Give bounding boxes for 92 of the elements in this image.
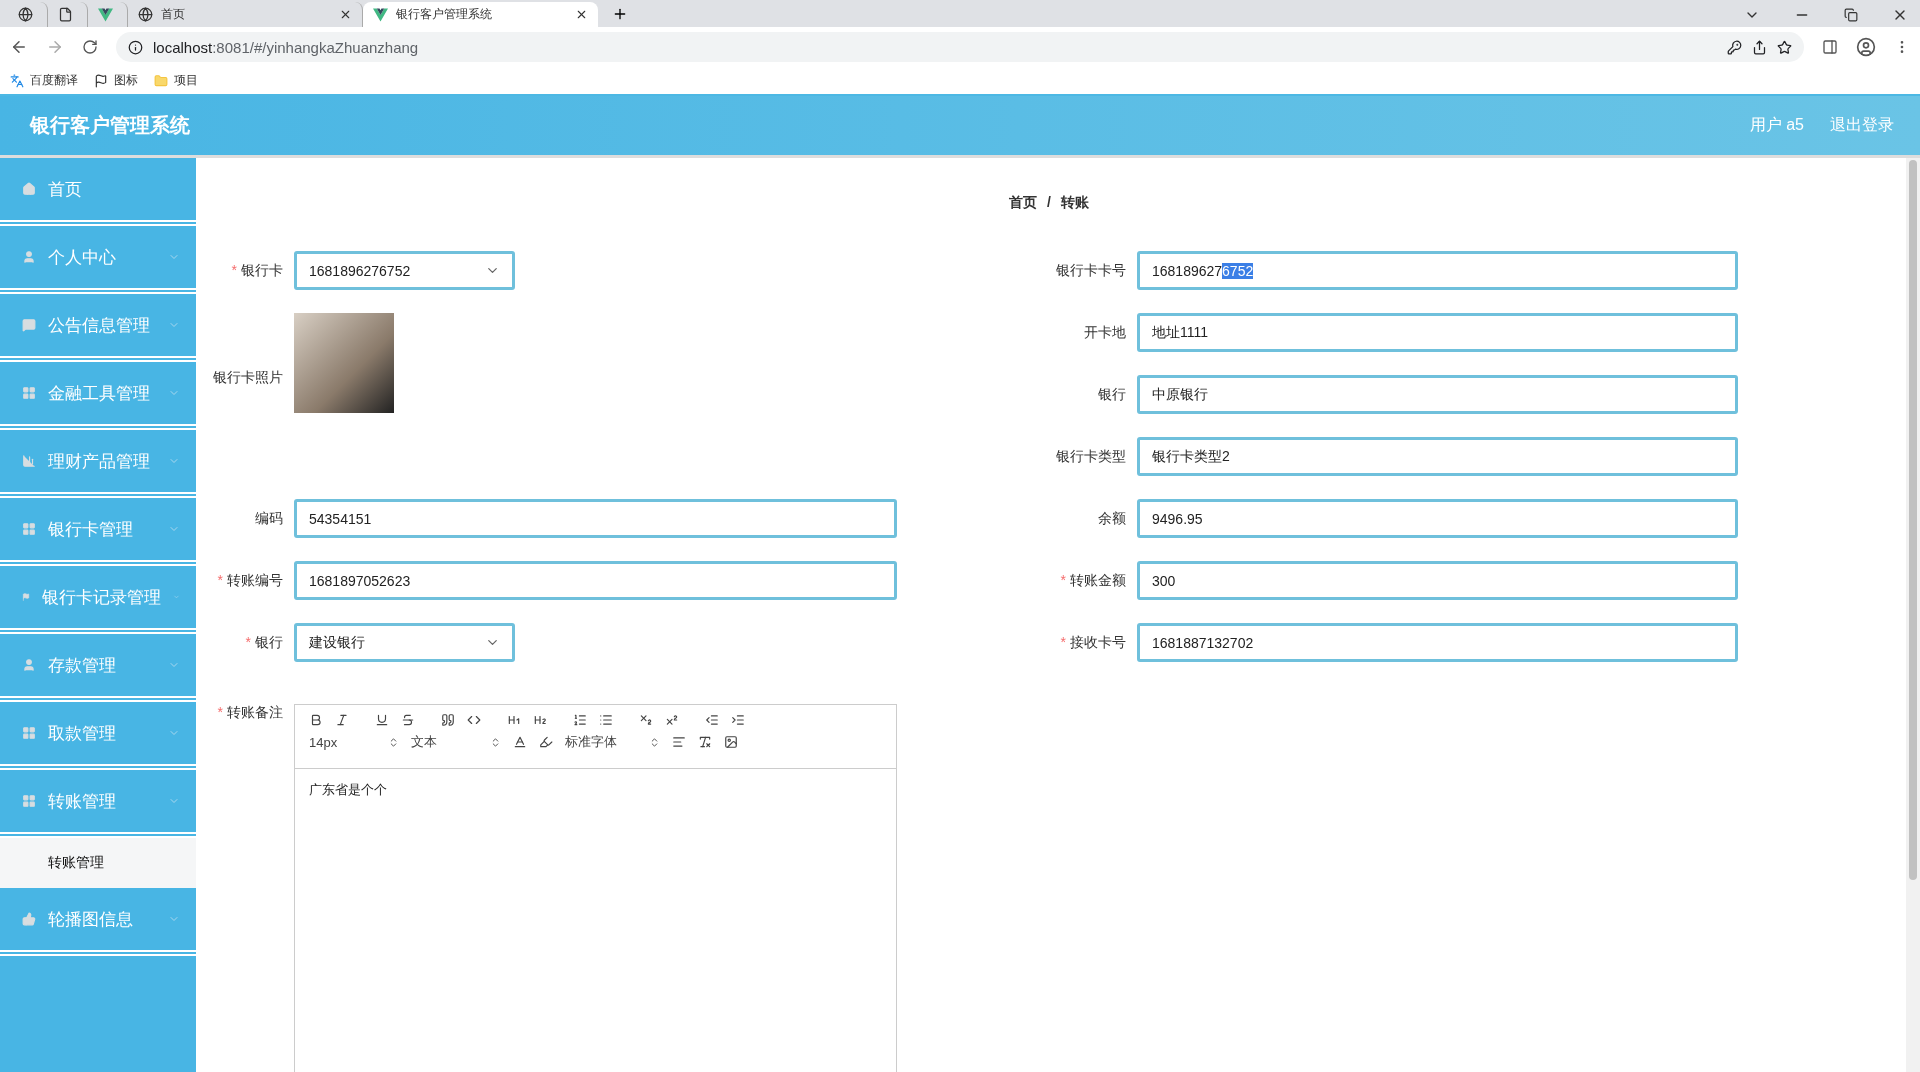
globe-icon (138, 7, 153, 22)
close-icon[interactable] (575, 8, 588, 21)
input-field[interactable]: 地址1111 (1137, 313, 1738, 352)
profile-icon[interactable] (1856, 37, 1876, 57)
editor-text: 广东省是个个 (308, 781, 388, 799)
field-label: 编码 (254, 509, 283, 528)
highlight-icon[interactable] (539, 735, 553, 749)
input-field[interactable]: 300 (1137, 561, 1738, 600)
grid-icon (22, 726, 36, 740)
input-field[interactable]: 中原银行 (1137, 375, 1738, 414)
bookmark-link[interactable]: 图标 (114, 72, 138, 89)
field-label: 银行 (1097, 385, 1126, 404)
browser-tab[interactable]: 银行客户管理系统 (363, 2, 598, 27)
field-label: * 转账金额 (1059, 571, 1126, 590)
v-logo-icon (373, 7, 388, 22)
input-field[interactable]: 银行卡类型2 (1137, 437, 1738, 476)
chat-icon (22, 318, 36, 332)
quote-icon[interactable] (441, 713, 455, 727)
code-icon[interactable] (467, 713, 481, 727)
dropdown-picker[interactable]: 标准字体 (565, 733, 660, 751)
input-field[interactable]: 1681887132702 (1137, 623, 1738, 662)
user-icon (22, 250, 36, 264)
field-label: 银行卡类型 (1055, 447, 1126, 466)
breadcrumb-link[interactable]: 首页 (1009, 194, 1038, 212)
reload-icon[interactable] (82, 39, 98, 55)
superscript-icon[interactable] (665, 713, 679, 727)
heading-two-icon[interactable] (533, 713, 547, 727)
back-icon[interactable] (10, 38, 28, 56)
input-field[interactable]: 9496.95 (1137, 499, 1738, 538)
image-icon[interactable] (724, 735, 738, 749)
scrollbar[interactable] (1906, 158, 1920, 1072)
bold-icon[interactable] (309, 713, 323, 727)
input-field[interactable]: 1681897052623 (294, 561, 897, 600)
app-title: 银行客户管理系统 (30, 113, 190, 138)
updown-icon (490, 736, 501, 748)
close-icon[interactable] (339, 8, 352, 21)
indent-icon[interactable] (731, 713, 745, 727)
field-label: * 接收卡号 (1059, 633, 1126, 652)
bookmark-link[interactable]: 项目 (174, 72, 198, 89)
flag-icon (94, 73, 108, 88)
share-icon[interactable] (1752, 39, 1767, 55)
breadcrumb-link[interactable]: 转账 (1060, 194, 1089, 212)
font-color-icon[interactable] (513, 735, 527, 749)
user-name: 用户 a5 (1749, 115, 1804, 135)
folder-icon (154, 73, 168, 88)
flag-icon (22, 590, 31, 604)
address-bar[interactable]: localhost:8081/#/yinhangkaZhuanzhang (116, 32, 1804, 62)
clear-format-icon[interactable] (698, 735, 712, 749)
strikethrough-icon[interactable] (401, 713, 415, 727)
field-label: 银行卡照片 (212, 368, 283, 387)
v-logo-icon (98, 7, 113, 22)
updown-icon (388, 736, 399, 748)
bookmark-star-icon[interactable] (1777, 39, 1792, 55)
dropdown-picker[interactable]: 14px (309, 734, 399, 750)
globe-icon (18, 7, 33, 22)
field-label: 余额 (1097, 509, 1126, 528)
updown-icon (649, 736, 660, 748)
underline-icon[interactable] (375, 713, 389, 727)
align-icon[interactable] (672, 735, 686, 749)
new-tab-icon[interactable] (612, 6, 628, 22)
grid-icon (22, 386, 36, 400)
side-panel-icon[interactable] (1822, 39, 1838, 55)
translate-icon (10, 73, 24, 88)
field-label: 银行卡卡号 (1055, 261, 1126, 280)
rich-text-editor[interactable]: 14px 文本 标准字体 广东省是个个 (294, 704, 897, 1072)
bullet-list-icon[interactable] (599, 713, 613, 727)
thumbs-up-icon (22, 912, 36, 926)
key-icon[interactable] (1727, 39, 1742, 55)
bookmark-link[interactable]: 百度翻译 (30, 72, 78, 89)
user-icon (22, 658, 36, 672)
info-icon (128, 39, 143, 55)
heading-one-icon[interactable] (507, 713, 521, 727)
sidebar-subitem[interactable]: 转账管理 (0, 838, 196, 888)
field-label: * 转账编号 (216, 571, 283, 590)
input-field[interactable]: 54354151 (294, 499, 897, 538)
subscript-icon[interactable] (639, 713, 653, 727)
field-label: 开卡地 (1083, 323, 1126, 342)
field-label: * 转账备注 (216, 703, 283, 722)
select-field[interactable]: 建设银行 (294, 623, 515, 662)
restore-icon[interactable] (1844, 8, 1858, 22)
dropdown-picker[interactable]: 文本 (411, 733, 501, 751)
ordered-list-icon[interactable] (573, 713, 587, 727)
italic-icon[interactable] (335, 713, 349, 727)
field-label: * 银行 (244, 633, 283, 652)
select-field[interactable]: 1681896276752 (294, 251, 515, 290)
field-label: * 银行卡 (230, 261, 283, 280)
outdent-icon[interactable] (705, 713, 719, 727)
page-icon (58, 7, 73, 22)
grid-icon (22, 522, 36, 536)
grid-icon (22, 794, 36, 808)
breadcrumb-separator: / (1047, 194, 1051, 212)
home-icon (22, 182, 36, 196)
